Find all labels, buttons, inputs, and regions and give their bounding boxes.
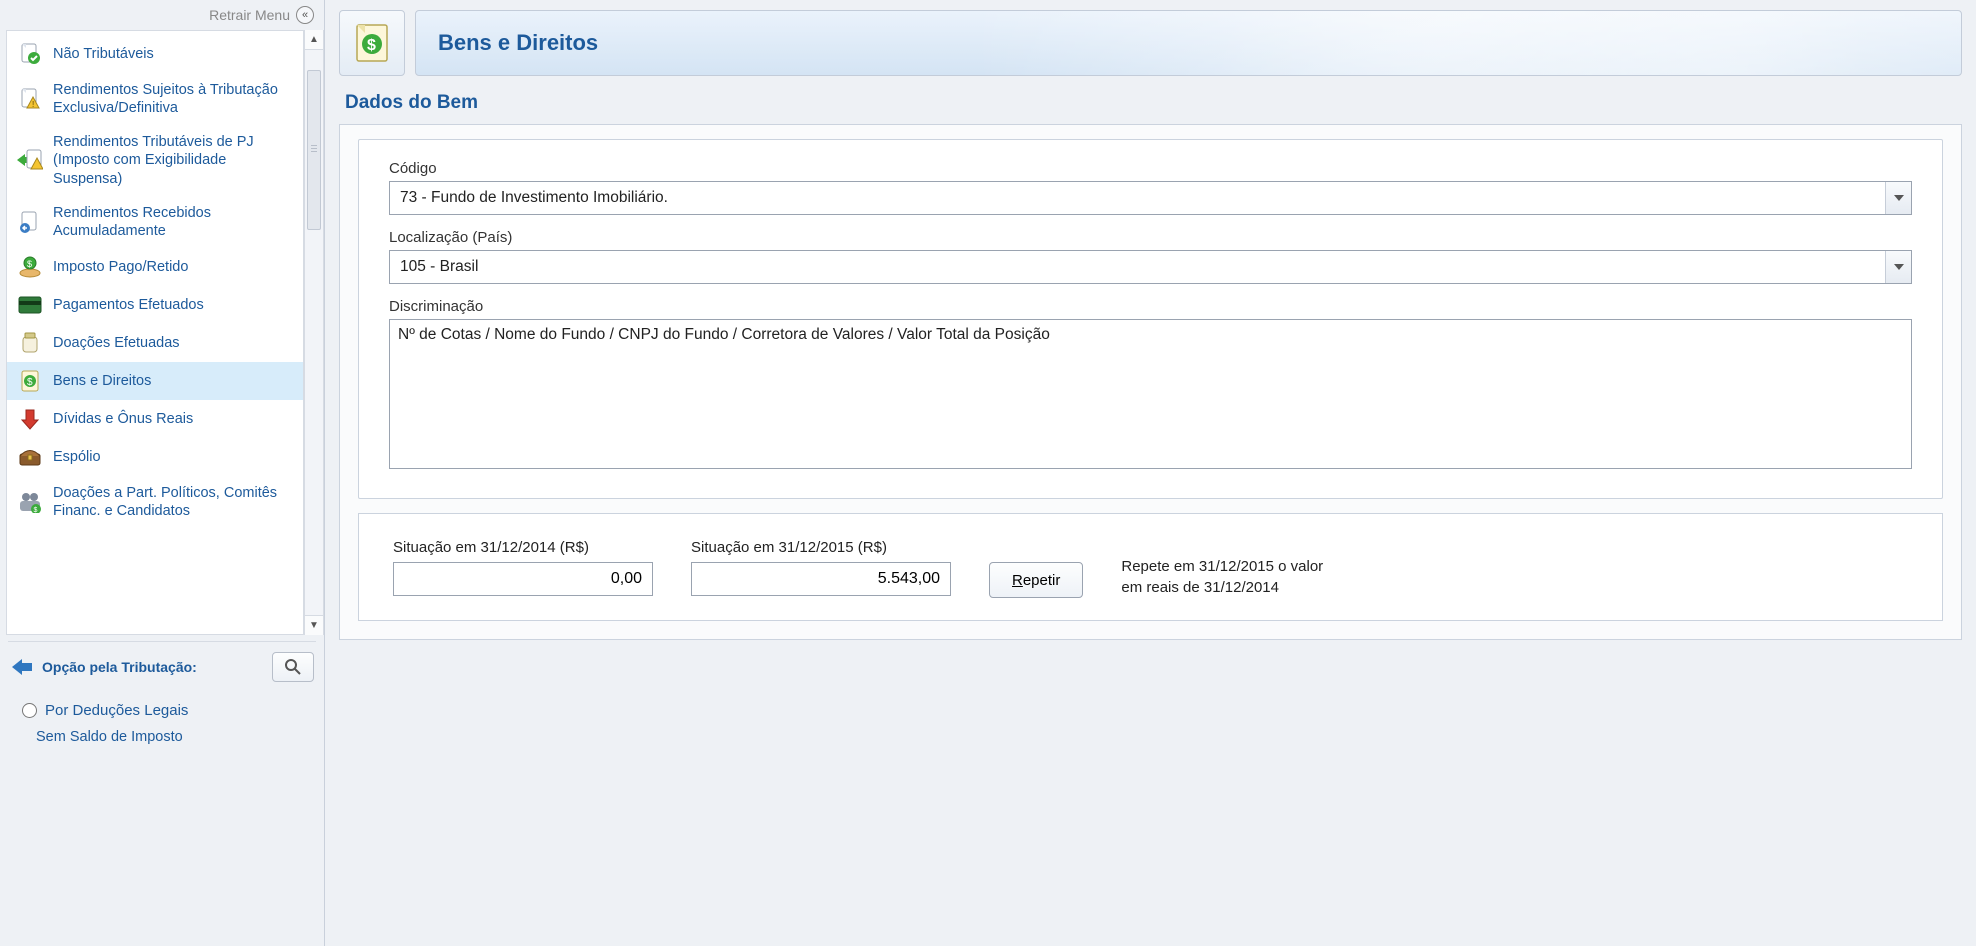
form-section: Dados do Bem Código 73 - Fundo de Invest… xyxy=(339,92,1962,640)
codigo-combobox[interactable]: 73 - Fundo de Investimento Imobiliário. xyxy=(389,181,1912,215)
sidebar-item-label: Rendimentos Sujeitos à Tributação Exclus… xyxy=(53,81,293,117)
radio-label: Por Deduções Legais xyxy=(45,702,188,719)
repetir-underline: R xyxy=(1012,572,1023,589)
sidebar-item-nao-tributaveis[interactable]: Não Tributáveis xyxy=(7,35,303,73)
opcao-tributacao-label: Opção pela Tributação: xyxy=(42,659,264,675)
page-header: $ Bens e Direitos xyxy=(339,10,1962,76)
money-document-icon: $ xyxy=(355,23,389,63)
sidebar-item-label: Rendimentos Recebidos Acumuladamente xyxy=(53,204,293,240)
sidebar-scroll-area: Não Tributáveis ! Rendimentos Sujeitos à… xyxy=(0,28,324,635)
localizacao-value: 105 - Brasil xyxy=(390,251,1885,283)
sidebar-item-dividas[interactable]: Dívidas e Ônus Reais xyxy=(7,400,303,438)
repetir-rest: epetir xyxy=(1023,572,1061,589)
situacao-2015-input[interactable] xyxy=(691,562,951,596)
situacao-2014-input[interactable] xyxy=(393,562,653,596)
jar-icon xyxy=(17,332,43,354)
header-icon-chip: $ xyxy=(339,10,405,76)
arrow-blue-left-icon xyxy=(12,657,34,677)
arrow-down-red-icon xyxy=(17,408,43,430)
sidebar-bottom: Opção pela Tributação: Por Deduções Lega… xyxy=(0,635,324,759)
section-title: Dados do Bem xyxy=(339,92,1962,114)
search-button[interactable] xyxy=(272,652,314,682)
localizacao-dropdown-button[interactable] xyxy=(1885,251,1911,283)
repete-text-line1: Repete em 31/12/2015 o valor xyxy=(1121,558,1323,575)
chevron-down-icon xyxy=(1894,264,1904,270)
collapse-menu-label: Retrair Menu xyxy=(209,7,290,23)
sidebar-item-label: Doações a Part. Políticos, Comitês Finan… xyxy=(53,484,293,520)
sidebar-item-rend-acumulados[interactable]: Rendimentos Recebidos Acumuladamente xyxy=(7,196,303,248)
sidebar-item-imposto-pago[interactable]: $ Imposto Pago/Retido xyxy=(7,248,303,286)
sidebar-item-label: Bens e Direitos xyxy=(53,372,293,390)
sidebar-item-rend-trib-pj[interactable]: Rendimentos Tributáveis de PJ (Imposto c… xyxy=(7,125,303,195)
sidebar-item-label: Pagamentos Efetuados xyxy=(53,296,293,314)
sidebar-item-espolio[interactable]: Espólio xyxy=(7,438,303,476)
dados-do-bem-panel: Código 73 - Fundo de Investimento Imobil… xyxy=(339,124,1962,640)
sidebar-item-label: Imposto Pago/Retido xyxy=(53,258,293,276)
sem-saldo-label: Sem Saldo de Imposto xyxy=(8,723,316,749)
scroll-down-button[interactable]: ▼ xyxy=(305,615,323,635)
discriminacao-group: Discriminação xyxy=(389,298,1912,472)
hand-coin-icon: $ xyxy=(17,256,43,278)
codigo-label: Código xyxy=(389,160,1912,177)
credit-card-icon xyxy=(17,294,43,316)
people-money-icon: $ xyxy=(17,491,43,513)
situacao-2015-group: Situação em 31/12/2015 (R$) xyxy=(691,539,951,596)
sidebar-item-label: Espólio xyxy=(53,448,293,466)
header-title-bar: Bens e Direitos xyxy=(415,10,1962,76)
codigo-dropdown-button[interactable] xyxy=(1885,182,1911,214)
search-icon xyxy=(284,658,302,676)
sidebar-item-label: Dívidas e Ônus Reais xyxy=(53,410,293,428)
discriminacao-label: Discriminação xyxy=(389,298,1912,315)
money-document-icon: $ xyxy=(17,370,43,392)
opcao-tributacao-row: Opção pela Tributação: xyxy=(8,641,316,692)
sidebar-item-label: Não Tributáveis xyxy=(53,45,293,63)
radio-input[interactable] xyxy=(22,703,37,718)
sidebar: Retrair Menu « Não Tributáveis ! Rendime… xyxy=(0,0,325,946)
svg-text:$: $ xyxy=(27,259,32,269)
sidebar-scrollbar[interactable]: ▲ ▼ xyxy=(304,30,324,635)
codigo-value: 73 - Fundo de Investimento Imobiliário. xyxy=(390,182,1885,214)
sidebar-item-rend-trib-exclusiva[interactable]: ! Rendimentos Sujeitos à Tributação Excl… xyxy=(7,73,303,125)
svg-text:!: ! xyxy=(32,100,34,109)
situacao-2014-group: Situação em 31/12/2014 (R$) xyxy=(393,539,653,596)
localizacao-group: Localização (País) 105 - Brasil xyxy=(389,229,1912,284)
codigo-group: Código 73 - Fundo de Investimento Imobil… xyxy=(389,160,1912,215)
scroll-thumb[interactable] xyxy=(307,70,321,230)
scroll-up-button[interactable]: ▲ xyxy=(305,30,323,50)
document-warning-arrow-icon xyxy=(17,149,43,171)
sidebar-item-label: Rendimentos Tributáveis de PJ (Imposto c… xyxy=(53,133,293,187)
treasure-chest-icon xyxy=(17,446,43,468)
collapse-menu-button[interactable]: Retrair Menu « xyxy=(0,0,324,28)
sidebar-item-pagamentos[interactable]: Pagamentos Efetuados xyxy=(7,286,303,324)
repete-help-text: Repete em 31/12/2015 o valor em reais de… xyxy=(1121,556,1323,598)
document-check-icon xyxy=(17,43,43,65)
svg-text:$: $ xyxy=(34,507,38,513)
repete-text-line2: em reais de 31/12/2014 xyxy=(1121,579,1279,596)
svg-text:$: $ xyxy=(27,377,33,388)
chevron-down-icon xyxy=(1894,195,1904,201)
svg-text:$: $ xyxy=(367,37,376,54)
document-warning-icon: ! xyxy=(17,88,43,110)
localizacao-combobox[interactable]: 105 - Brasil xyxy=(389,250,1912,284)
document-arrow-left-icon xyxy=(17,211,43,233)
radio-deducoes-legais[interactable]: Por Deduções Legais xyxy=(8,692,316,723)
page-title: Bens e Direitos xyxy=(438,30,598,56)
sidebar-item-bens-direitos[interactable]: $ Bens e Direitos xyxy=(7,362,303,400)
situacao-2015-label: Situação em 31/12/2015 (R$) xyxy=(691,539,951,556)
sidebar-item-doacoes[interactable]: Doações Efetuadas xyxy=(7,324,303,362)
discriminacao-textarea[interactable] xyxy=(389,319,1912,469)
sidebar-item-label: Doações Efetuadas xyxy=(53,334,293,352)
main-content: $ Bens e Direitos Dados do Bem Código 73… xyxy=(325,0,1976,946)
localizacao-label: Localização (País) xyxy=(389,229,1912,246)
situacao-2014-label: Situação em 31/12/2014 (R$) xyxy=(393,539,653,556)
form-fields-panel: Código 73 - Fundo de Investimento Imobil… xyxy=(358,139,1943,499)
sidebar-item-doacoes-politicas[interactable]: $ Doações a Part. Políticos, Comitês Fin… xyxy=(7,476,303,528)
repetir-button[interactable]: Repetir xyxy=(989,562,1083,598)
sidebar-list: Não Tributáveis ! Rendimentos Sujeitos à… xyxy=(6,30,304,635)
situacao-panel: Situação em 31/12/2014 (R$) Situação em … xyxy=(358,513,1943,621)
scroll-track[interactable] xyxy=(305,50,323,615)
chevron-left-double-icon: « xyxy=(296,6,314,24)
